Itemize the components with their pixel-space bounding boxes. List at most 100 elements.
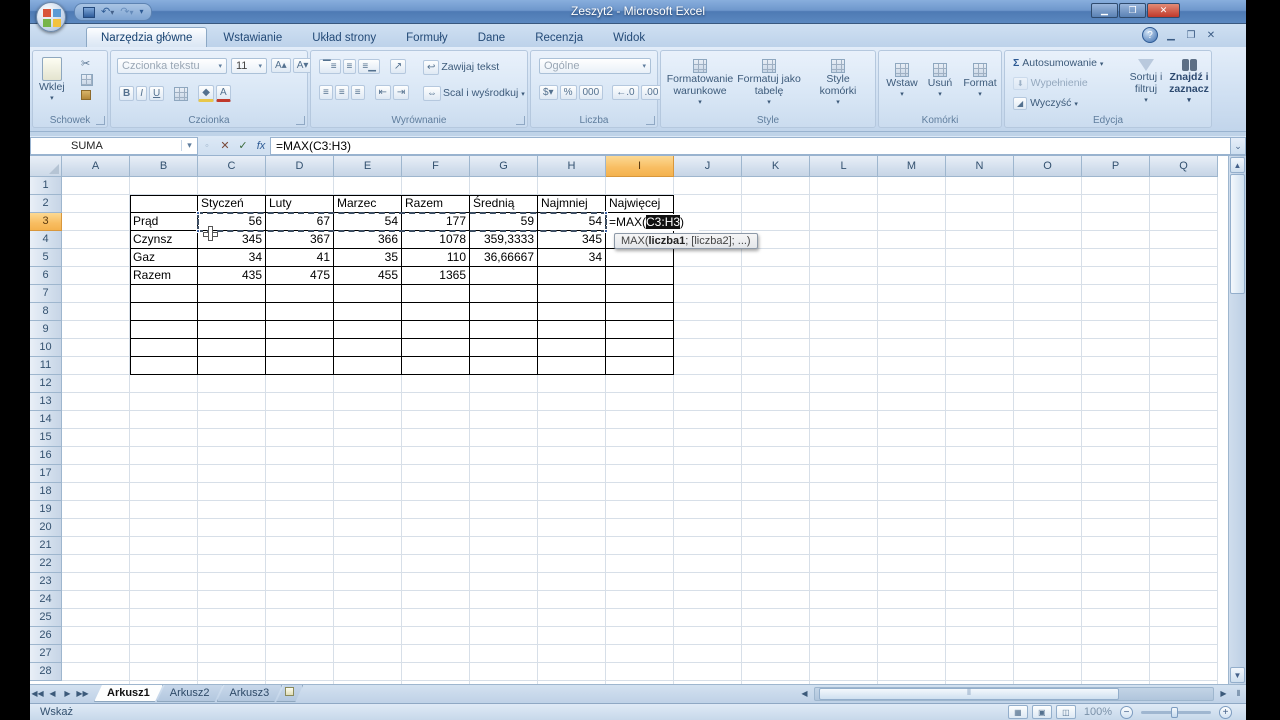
decrease-indent-icon[interactable]: ⇤ [375, 85, 391, 100]
alignment-dialog-launcher[interactable] [516, 116, 525, 125]
cell-C11[interactable] [198, 357, 266, 375]
cell-G11[interactable] [470, 357, 538, 375]
ribbon-tab-formu-y[interactable]: Formuły [392, 28, 462, 47]
cell-C9[interactable] [198, 321, 266, 339]
horizontal-scrollbar[interactable]: ◀ ▶ ⦀ [797, 685, 1246, 702]
fill-color-icon[interactable]: ◆ [198, 85, 214, 102]
cell-B6[interactable]: Razem [130, 267, 198, 285]
cell-D2[interactable]: Luty [266, 195, 334, 213]
column-header-C[interactable]: C [198, 156, 266, 177]
insert-function-icon[interactable]: fx [252, 138, 270, 154]
cell-D4[interactable]: 367 [266, 231, 334, 249]
paste-button[interactable]: Wklej▾ [39, 57, 65, 105]
cell-I2[interactable]: Najwięcej [606, 195, 674, 213]
row-header-4[interactable]: 4 [30, 231, 62, 249]
clipboard-dialog-launcher[interactable] [96, 116, 105, 125]
wrap-text-button[interactable]: ↩Zawijaj tekst [423, 60, 499, 75]
align-middle-icon[interactable]: ≡ [343, 59, 357, 74]
accounting-format-icon[interactable]: $▾ [539, 85, 558, 100]
cell-G6[interactable] [470, 267, 538, 285]
cell-H2[interactable]: Najmniej [538, 195, 606, 213]
ribbon-tab-widok[interactable]: Widok [599, 28, 659, 47]
font-name-select[interactable]: Czcionka tekstu▾ [117, 58, 227, 74]
borders-icon[interactable] [174, 87, 188, 101]
cell-G4[interactable]: 359,3333 [470, 231, 538, 249]
number-dialog-launcher[interactable] [646, 116, 655, 125]
cell-D8[interactable] [266, 303, 334, 321]
cell-I5[interactable] [606, 249, 674, 267]
cell-G10[interactable] [470, 339, 538, 357]
cell-I10[interactable] [606, 339, 674, 357]
cell-E5[interactable]: 35 [334, 249, 402, 267]
formula-input[interactable]: =MAX(C3:H3) [270, 137, 1230, 155]
increase-indent-icon[interactable]: ⇥ [393, 85, 409, 100]
name-box[interactable]: SUMA ▾ [30, 137, 198, 155]
zoom-in-icon[interactable]: + [1219, 706, 1232, 719]
minimize-button[interactable]: ▁ [1091, 3, 1118, 18]
cell-G5[interactable]: 36,66667 [470, 249, 538, 267]
row-header-14[interactable]: 14 [30, 411, 62, 429]
format-as-table-button[interactable]: Formatuj jako tabelę▾ [737, 59, 801, 109]
cell-H5[interactable]: 34 [538, 249, 606, 267]
cell-B9[interactable] [130, 321, 198, 339]
cell-F9[interactable] [402, 321, 470, 339]
cell-B2[interactable] [130, 195, 198, 213]
office-button[interactable] [36, 2, 66, 32]
cell-D5[interactable]: 41 [266, 249, 334, 267]
column-header-D[interactable]: D [266, 156, 334, 177]
cell-E10[interactable] [334, 339, 402, 357]
ribbon-tab-wstawianie[interactable]: Wstawianie [209, 28, 296, 47]
cell-B10[interactable] [130, 339, 198, 357]
expand-formula-bar-icon[interactable]: ⌄ [1230, 137, 1246, 155]
hscroll-right-icon[interactable]: ▶ [1216, 685, 1231, 702]
row-header-6[interactable]: 6 [30, 267, 62, 285]
select-all-corner[interactable] [30, 156, 62, 177]
page-layout-view-icon[interactable]: ▣ [1032, 705, 1052, 719]
cell-F6[interactable]: 1365 [402, 267, 470, 285]
row-header-15[interactable]: 15 [30, 429, 62, 447]
column-header-A[interactable]: A [62, 156, 130, 177]
underline-icon[interactable]: U [149, 86, 164, 101]
sheet-tab-arkusz3[interactable]: Arkusz3 [217, 685, 283, 702]
column-header-N[interactable]: N [946, 156, 1014, 177]
sheet-tab-arkusz1[interactable]: Arkusz1 [94, 685, 163, 702]
row-header-12[interactable]: 12 [30, 375, 62, 393]
sheet-grid[interactable]: ABCDEFGHIJKLMNOPQ 1234567891011121314151… [30, 156, 1228, 684]
vertical-scroll-thumb[interactable] [1230, 174, 1245, 294]
cell-F5[interactable]: 110 [402, 249, 470, 267]
first-sheet-icon[interactable]: ◀◀ [30, 685, 45, 702]
cell-E7[interactable] [334, 285, 402, 303]
cell-C6[interactable]: 435 [198, 267, 266, 285]
cell-H4[interactable]: 345 [538, 231, 606, 249]
copy-icon[interactable] [81, 74, 93, 86]
row-header-26[interactable]: 26 [30, 627, 62, 645]
clear-button[interactable]: ◢ Wyczyść ▾ [1013, 97, 1078, 110]
column-header-M[interactable]: M [878, 156, 946, 177]
help-icon[interactable]: ? [1142, 27, 1158, 43]
cell-C8[interactable] [198, 303, 266, 321]
cut-icon[interactable]: ✂ [81, 57, 93, 70]
zoom-slider-handle[interactable] [1171, 707, 1178, 718]
last-sheet-icon[interactable]: ▶▶ [75, 685, 90, 702]
cell-B5[interactable]: Gaz [130, 249, 198, 267]
hscroll-left-icon[interactable]: ◀ [797, 685, 812, 702]
cell-E8[interactable] [334, 303, 402, 321]
cell-I7[interactable] [606, 285, 674, 303]
autosum-button[interactable]: Σ Autosumowanie ▾ [1013, 57, 1103, 69]
align-bottom-icon[interactable]: ≡▁ [358, 59, 380, 74]
cell-F10[interactable] [402, 339, 470, 357]
cell-E9[interactable] [334, 321, 402, 339]
font-color-icon[interactable]: A [216, 85, 231, 102]
row-header-17[interactable]: 17 [30, 465, 62, 483]
ribbon-tab-recenzja[interactable]: Recenzja [521, 28, 597, 47]
cell-H8[interactable] [538, 303, 606, 321]
cell-styles-button[interactable]: Style komórki▾ [807, 59, 869, 109]
row-header-20[interactable]: 20 [30, 519, 62, 537]
row-header-23[interactable]: 23 [30, 573, 62, 591]
cell-F4[interactable]: 1078 [402, 231, 470, 249]
column-header-B[interactable]: B [130, 156, 198, 177]
scroll-down-icon[interactable]: ▼ [1230, 667, 1245, 683]
cell-C7[interactable] [198, 285, 266, 303]
cell-I11[interactable] [606, 357, 674, 375]
cell-D10[interactable] [266, 339, 334, 357]
